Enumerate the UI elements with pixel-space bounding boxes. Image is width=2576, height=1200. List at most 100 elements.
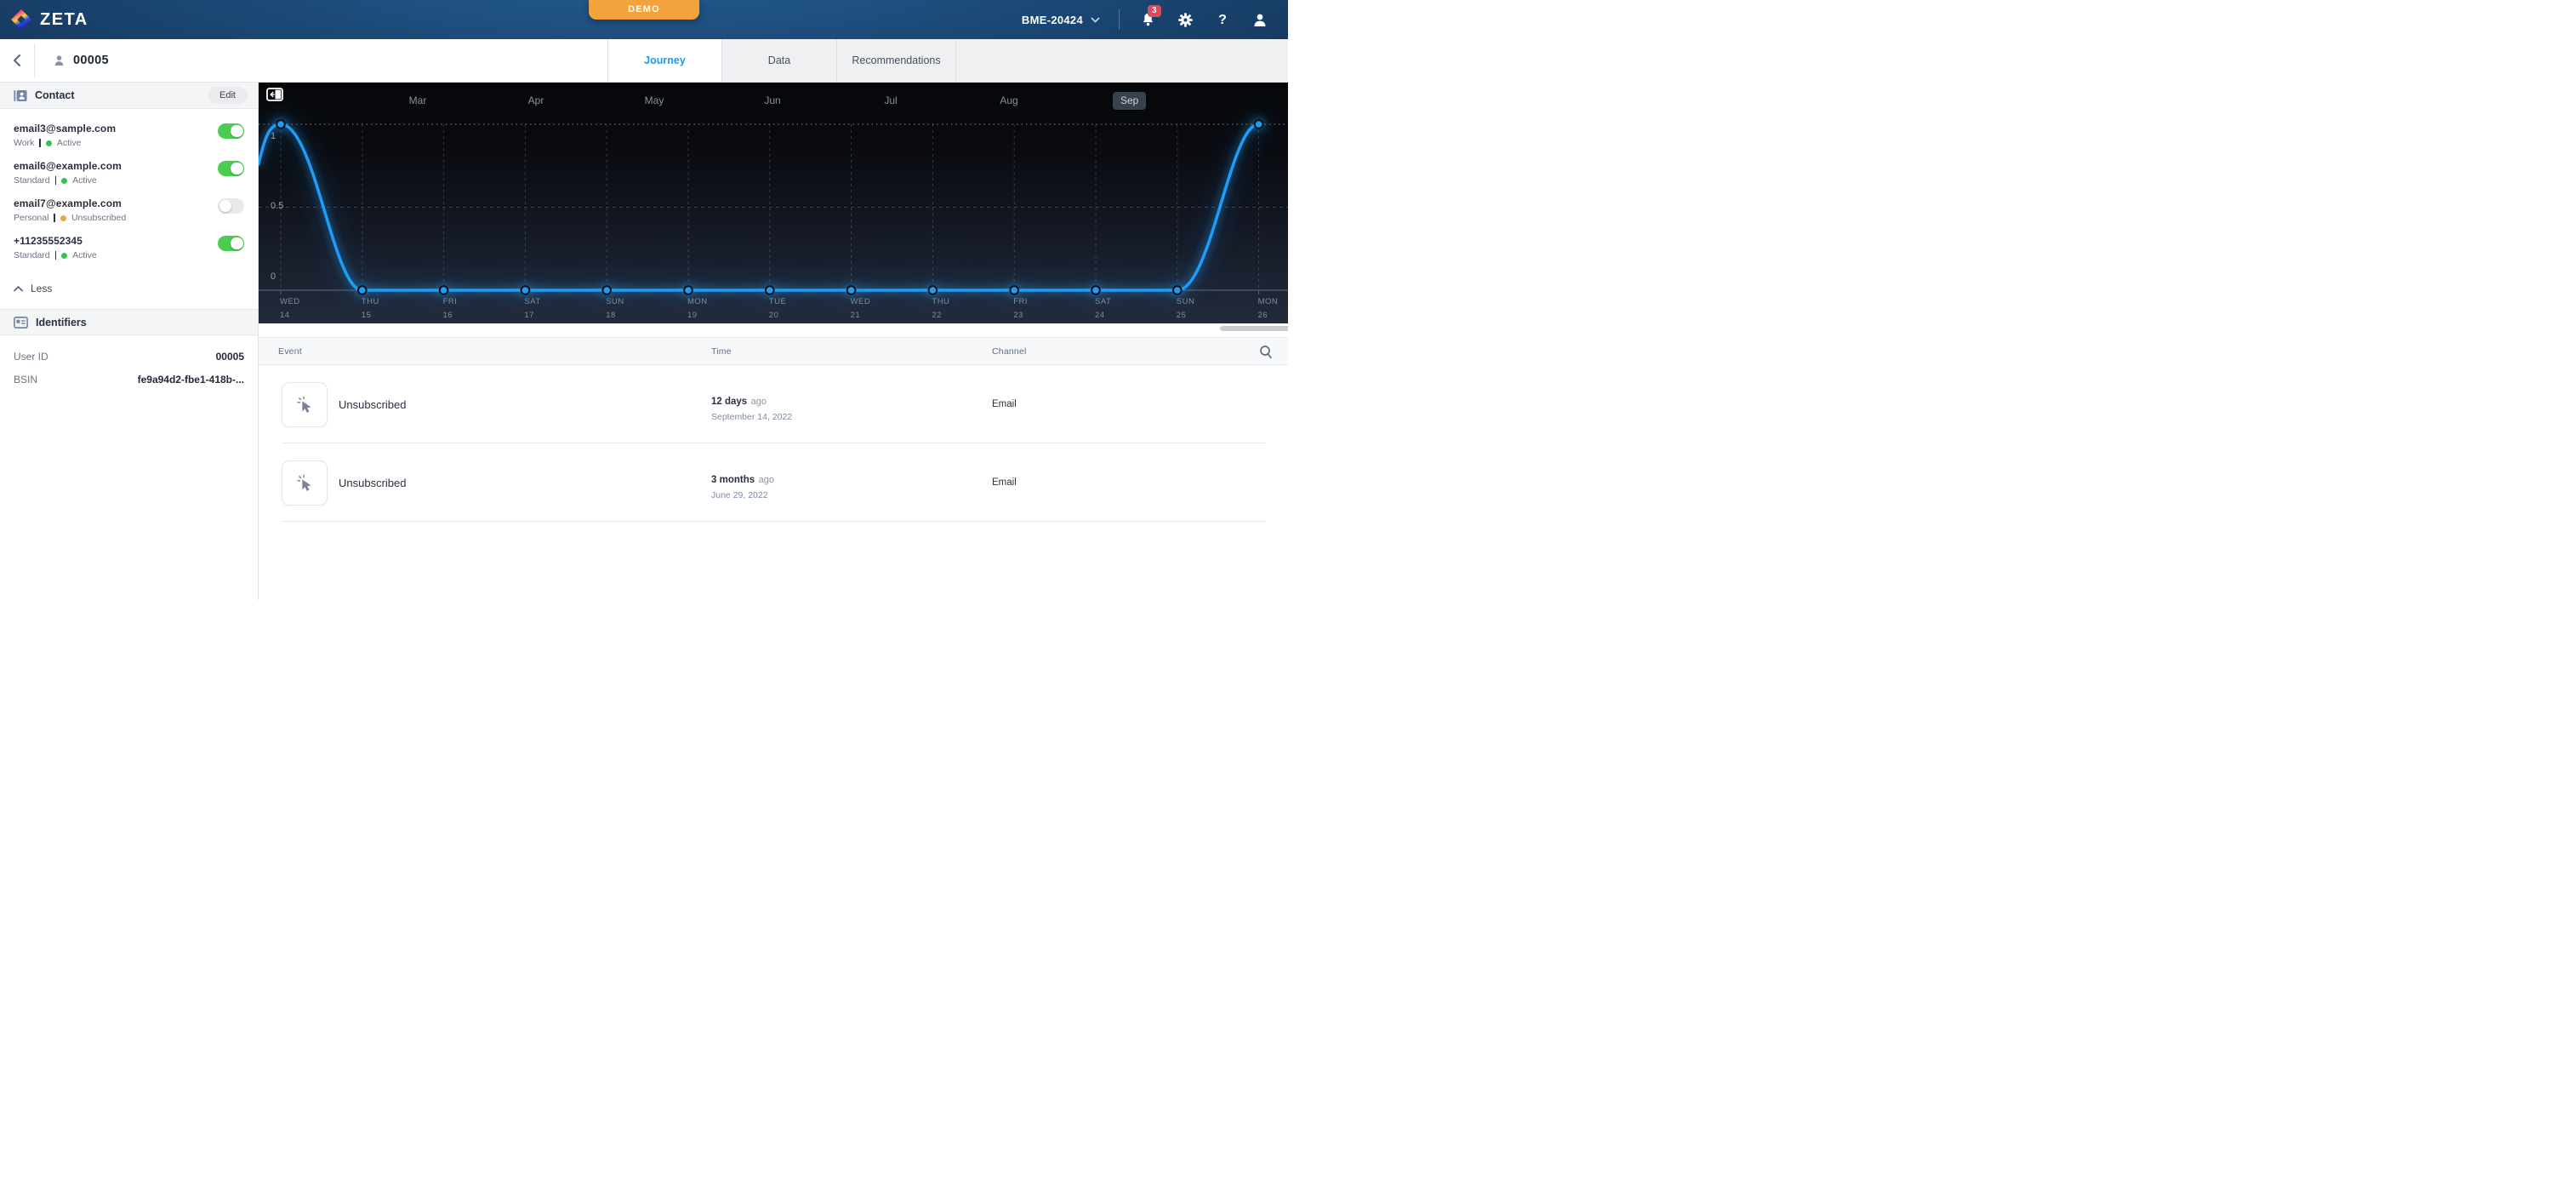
identifier-value: fe9a94d2-fbe1-418b-...: [138, 374, 244, 386]
contact-item: email7@example.com PersonalUnsubscribed: [0, 196, 258, 233]
tab-data[interactable]: Data: [722, 39, 837, 82]
collapse-contacts-button[interactable]: Less: [0, 274, 258, 294]
chevron-down-icon: [1091, 17, 1100, 23]
x-axis-day-label: SUN18: [606, 297, 660, 320]
back-button[interactable]: [0, 39, 34, 82]
top-navbar: ZETA DEMO BME-20424 3: [0, 0, 1288, 39]
contact-item: +11235552345StandardActive: [0, 233, 258, 271]
toggle-knob: [231, 163, 243, 175]
notifications-button[interactable]: 3: [1138, 10, 1157, 29]
contact-subline: PersonalUnsubscribed: [14, 213, 207, 223]
contact-section-header: Contact Edit: [0, 83, 258, 109]
event-row[interactable]: Unsubscribed3 months agoJune 29, 2022Ema…: [259, 443, 1288, 522]
contact-card-icon: [14, 89, 27, 102]
x-axis-day-label: FRI23: [1013, 297, 1068, 320]
svg-text:?: ?: [1218, 13, 1227, 27]
time-relative: 12 days: [711, 397, 747, 407]
day-date: 24: [1095, 311, 1149, 320]
day-of-week: FRI: [443, 297, 498, 306]
x-axis-day-label: WED 21: [851, 297, 905, 320]
tab-bar: JourneyDataRecommendations: [607, 39, 956, 82]
y-axis-label: 0: [271, 271, 276, 282]
day-date: 16: [443, 311, 498, 320]
sidebar: Contact Edit email3@sample.comWorkActive…: [0, 83, 259, 600]
help-button[interactable]: ?: [1213, 10, 1232, 29]
contact-value: email6@example.com: [14, 160, 207, 172]
entity-header: 00005: [42, 54, 109, 67]
day-of-week: THU: [932, 297, 986, 306]
day-of-week: WED: [280, 297, 334, 306]
day-of-week: SAT: [1095, 297, 1149, 306]
x-axis-day-label: THU15: [362, 297, 416, 320]
column-header-event: Event: [278, 346, 302, 357]
app-window: ZETA DEMO BME-20424 3: [0, 0, 1288, 600]
status-dot-icon: [61, 178, 67, 184]
contact-value: email7@example.com: [14, 197, 207, 209]
tab-journey[interactable]: Journey: [607, 39, 722, 82]
row-divider: [282, 521, 1265, 522]
event-time: 3 months agoJune 29, 2022: [711, 471, 774, 500]
day-of-week: MON: [1258, 297, 1288, 306]
contact-type: Standard: [14, 250, 50, 260]
time-relative: 3 months: [711, 475, 755, 485]
time-date: September 14, 2022: [711, 412, 792, 422]
search-icon[interactable]: [1259, 345, 1273, 359]
y-axis-label: 0.5: [271, 201, 283, 211]
x-axis-day-label: THU 22: [932, 297, 986, 320]
contact-toggle[interactable]: [218, 198, 244, 214]
event-channel: Email: [992, 399, 1017, 409]
identifier-row: User ID00005: [14, 351, 244, 363]
brand[interactable]: ZETA: [0, 9, 88, 31]
day-of-week: WED: [851, 297, 905, 306]
tab-recommendations[interactable]: Recommendations: [837, 39, 956, 82]
chevron-left-icon: [12, 54, 22, 67]
day-date: 22: [932, 311, 986, 320]
day-date: 21: [851, 311, 905, 320]
collapse-contacts-label: Less: [31, 283, 52, 294]
contact-value: +11235552345: [14, 235, 207, 247]
contact-status: Active: [72, 175, 97, 186]
toggle-knob: [231, 125, 243, 138]
day-of-week: FRI: [1013, 297, 1068, 306]
contact-toggle[interactable]: [218, 161, 244, 176]
x-axis-day-label: FRI 16: [443, 297, 498, 320]
edit-contact-button[interactable]: Edit: [208, 87, 248, 104]
event-icon-box: [282, 460, 328, 506]
contact-subline: StandardActive: [14, 175, 207, 186]
event-time: 12 days ago September 14, 2022: [711, 393, 792, 422]
account-dropdown[interactable]: BME-20424: [1022, 14, 1100, 26]
subline-divider: [55, 251, 57, 260]
x-axis-day-label: WED14: [280, 297, 334, 320]
page-header: 00005 JourneyDataRecommendations: [0, 39, 1288, 83]
day-date: 26: [1258, 311, 1288, 320]
navbar-divider: [1119, 9, 1120, 30]
identifier-value: 00005: [216, 351, 244, 363]
contact-type: Personal: [14, 213, 48, 223]
y-axis-label: 1: [271, 131, 276, 141]
x-axis-day-label: SUN25: [1177, 297, 1231, 320]
contact-toggle[interactable]: [218, 123, 244, 139]
event-row[interactable]: Unsubscribed12 days agoSeptember 14, 202…: [259, 365, 1288, 443]
day-date: 17: [524, 311, 578, 320]
page-header-left: 00005: [0, 39, 607, 82]
status-dot-icon: [46, 140, 52, 146]
settings-button[interactable]: [1176, 10, 1194, 29]
horizontal-scrollbar-thumb[interactable]: [1220, 326, 1288, 331]
x-axis-day-label: SAT 24: [1095, 297, 1149, 320]
contact-item: email6@example.com StandardActive: [0, 158, 258, 196]
identifier-row: BSINfe9a94d2-fbe1-418b-...: [14, 374, 244, 386]
journey-timeline-chart: MarAprMayJunJulAugSep10.50WED14THU15FRI1…: [259, 83, 1288, 323]
contact-toggle[interactable]: [218, 236, 244, 251]
brand-name: ZETA: [40, 10, 88, 30]
day-of-week: SAT: [524, 297, 578, 306]
events-table: EventTimeChannel Unsubscribed12 days ago…: [259, 337, 1288, 522]
navbar-right: BME-20424 3: [1022, 0, 1288, 39]
question-icon: ?: [1217, 12, 1228, 28]
account-label: BME-20424: [1022, 14, 1083, 26]
subline-divider: [39, 139, 41, 147]
time-suffix: ago: [751, 397, 767, 407]
person-icon: [54, 54, 65, 66]
profile-button[interactable]: [1251, 10, 1269, 29]
contact-value: email3@sample.com: [14, 123, 207, 134]
day-date: 18: [606, 311, 660, 320]
